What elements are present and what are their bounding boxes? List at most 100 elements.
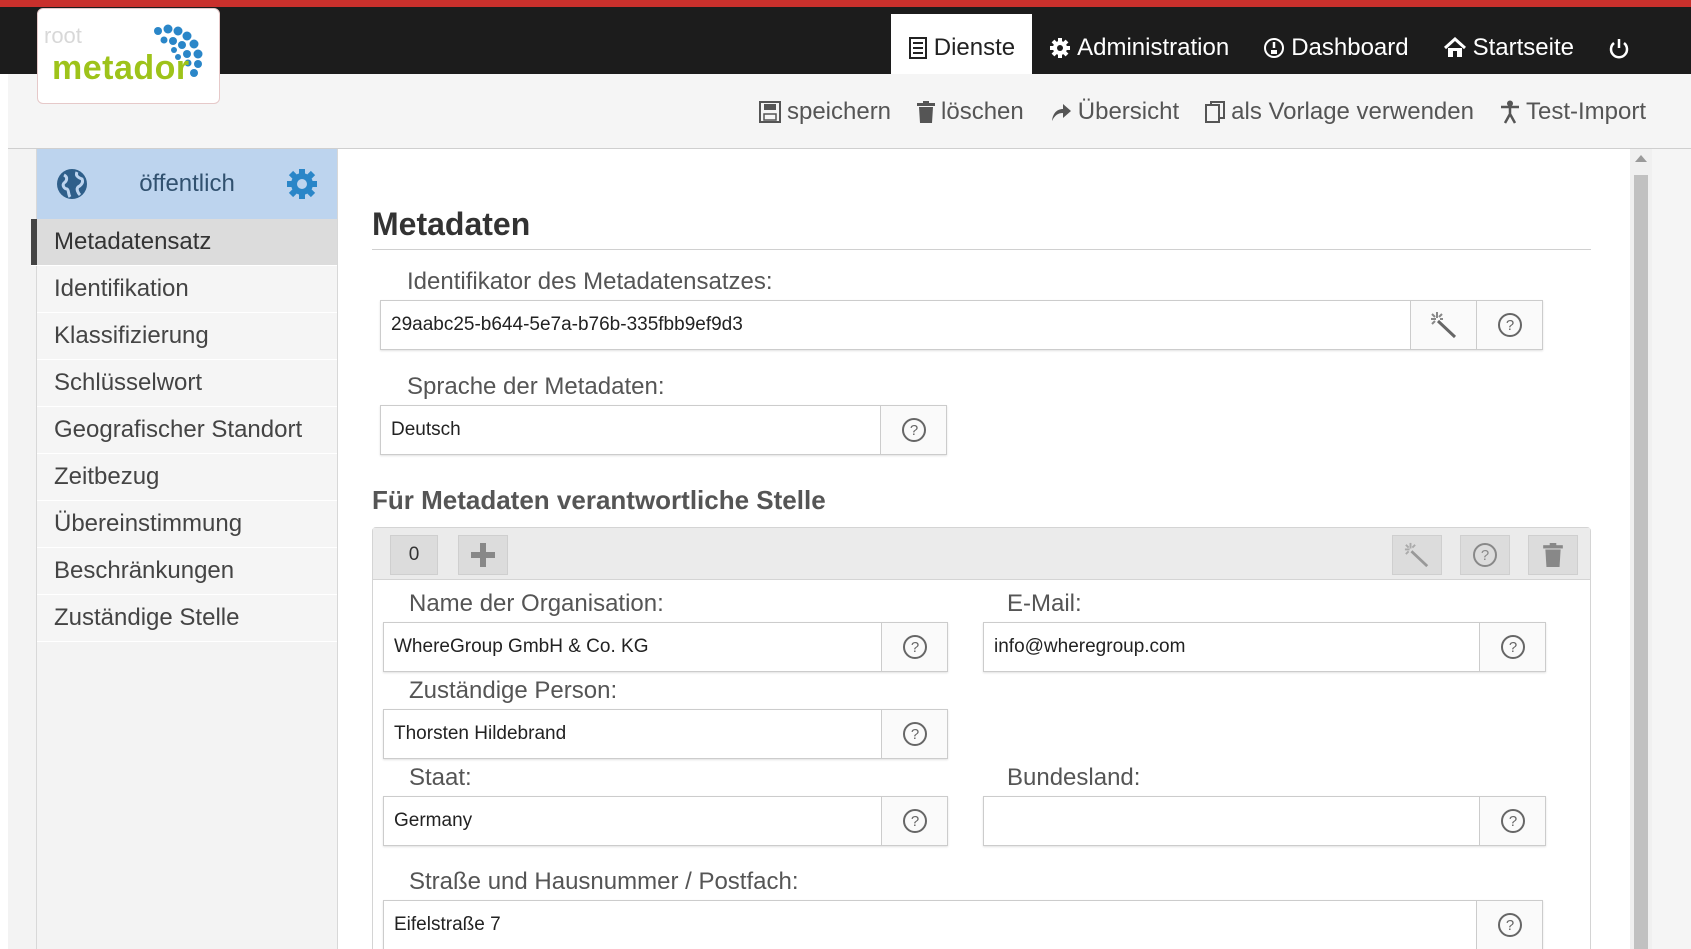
scroll-up-arrow-icon[interactable] (1635, 155, 1647, 162)
email-input[interactable] (984, 623, 1479, 671)
help-icon: ? (902, 635, 927, 659)
page-title: Metadaten (372, 206, 1591, 250)
street-help-button[interactable]: ? (1476, 901, 1542, 949)
entry-index-tab[interactable]: 0 (390, 535, 438, 575)
person-input[interactable] (384, 710, 881, 758)
add-entry-button[interactable] (458, 535, 508, 575)
responsible-panel: 0 ? Name der Organisation: ? E-Mail: (372, 527, 1591, 949)
magic-wand-icon (1430, 312, 1456, 339)
organisation-help-button[interactable]: ? (881, 623, 947, 671)
nav-startseite[interactable]: Startseite (1426, 14, 1591, 81)
sidebar: öffentlich Metadatensatz Identifikation … (31, 149, 338, 949)
country-help-button[interactable]: ? (881, 797, 947, 845)
nav-dashboard[interactable]: Dashboard (1246, 14, 1425, 81)
main-content: Metadaten Identifikator des Metadatensat… (339, 149, 1630, 949)
main-scrollbar[interactable] (1630, 149, 1652, 949)
overview-button[interactable]: Übersicht (1050, 98, 1179, 126)
identifier-input[interactable] (381, 301, 1410, 349)
nav-label: Administration (1077, 33, 1230, 61)
panel-generate-button[interactable] (1392, 535, 1442, 575)
state-input[interactable] (984, 797, 1479, 845)
magic-wand-icon (1404, 542, 1429, 568)
person-help-button[interactable]: ? (881, 710, 947, 758)
save-button[interactable]: speichern (758, 98, 891, 126)
generate-id-button[interactable] (1410, 301, 1476, 349)
sidebar-item-schluesselwort[interactable]: Schlüsselwort (37, 360, 337, 407)
sidebar-item-zeitbezug[interactable]: Zeitbezug (37, 454, 337, 501)
organisation-label: Name der Organisation: (409, 590, 664, 617)
person-field: ? (383, 709, 948, 759)
panel-header: 0 ? (373, 528, 1590, 580)
email-field: ? (983, 622, 1546, 672)
svg-text:?: ? (1481, 547, 1489, 564)
copy-icon (1205, 100, 1226, 123)
logout-button[interactable] (1591, 14, 1653, 81)
street-input[interactable] (384, 901, 1476, 949)
sidebar-item-zustaendige-stelle[interactable]: Zuständige Stelle (37, 595, 337, 642)
identifier-help-button[interactable]: ? (1476, 301, 1542, 349)
help-icon: ? (901, 418, 926, 442)
nav-dienste[interactable]: Dienste (890, 14, 1033, 81)
delete-button[interactable]: löschen (917, 98, 1024, 126)
language-field: ? (380, 405, 947, 455)
brand-name: metador (52, 49, 190, 87)
language-label: Sprache der Metadaten: (407, 373, 665, 400)
scrollbar-thumb[interactable] (1634, 175, 1648, 949)
sidebar-item-identifikation[interactable]: Identifikation (37, 266, 337, 313)
email-help-button[interactable]: ? (1479, 623, 1545, 671)
language-input[interactable] (381, 406, 880, 454)
organisation-input[interactable] (384, 623, 881, 671)
home-icon (1443, 36, 1466, 57)
section-list: Metadatensatz Identifikation Klassifizie… (31, 219, 337, 642)
share-arrow-icon (1051, 103, 1071, 121)
visibility-header: öffentlich (37, 149, 337, 219)
power-icon (1609, 38, 1629, 58)
language-help-button[interactable]: ? (880, 406, 946, 454)
plus-icon (471, 543, 495, 567)
sidebar-item-beschraenkungen[interactable]: Beschränkungen (37, 548, 337, 595)
responsible-section-title: Für Metadaten verantwortliche Stelle (372, 485, 826, 515)
svg-text:?: ? (1508, 813, 1516, 830)
street-label: Straße und Hausnummer / Postfach: (409, 868, 799, 895)
sidebar-item-uebereinstimmung[interactable]: Übereinstimmung (37, 501, 337, 548)
globe-icon[interactable] (55, 167, 89, 201)
email-label: E-Mail: (1007, 590, 1082, 617)
help-icon: ? (1500, 635, 1525, 659)
country-input[interactable] (384, 797, 881, 845)
trash-icon (917, 100, 936, 123)
panel-delete-button[interactable] (1528, 535, 1578, 575)
street-field: ? (383, 900, 1543, 949)
save-icon (758, 100, 781, 123)
right-gutter (1652, 149, 1691, 949)
help-icon: ? (1497, 313, 1522, 337)
delete-label: löschen (941, 97, 1024, 125)
help-icon: ? (902, 722, 927, 746)
identifier-label: Identifikator des Metadatensatzes: (407, 268, 773, 295)
person-icon (1500, 100, 1519, 124)
gear-icon[interactable] (285, 167, 319, 201)
template-label: als Vorlage verwenden (1231, 97, 1474, 125)
trash-icon (1543, 543, 1563, 567)
nav-label: Startseite (1472, 33, 1574, 61)
help-icon: ? (1500, 809, 1525, 833)
svg-text:?: ? (1505, 917, 1513, 934)
sidebar-item-metadatensatz[interactable]: Metadatensatz (31, 219, 337, 266)
sidebar-item-geografischer-standort[interactable]: Geografischer Standort (37, 407, 337, 454)
gear-icon (1050, 37, 1071, 58)
organisation-field: ? (383, 622, 948, 672)
state-help-button[interactable]: ? (1479, 797, 1545, 845)
sidebar-item-klassifizierung[interactable]: Klassifizierung (37, 313, 337, 360)
visibility-label: öffentlich (139, 170, 235, 197)
left-gutter (8, 149, 36, 949)
test-import-button[interactable]: Test-Import (1500, 98, 1646, 126)
help-icon: ? (1497, 913, 1522, 937)
panel-help-button[interactable]: ? (1460, 535, 1510, 575)
help-icon: ? (1473, 543, 1497, 567)
svg-text:?: ? (1505, 317, 1513, 334)
nav-label: Dashboard (1291, 33, 1409, 61)
svg-text:?: ? (1508, 639, 1516, 656)
nav-administration[interactable]: Administration (1032, 14, 1246, 81)
use-as-template-button[interactable]: als Vorlage verwenden (1205, 98, 1474, 126)
state-label: Bundesland: (1007, 764, 1141, 791)
metador-logo[interactable]: root metador (37, 8, 220, 104)
